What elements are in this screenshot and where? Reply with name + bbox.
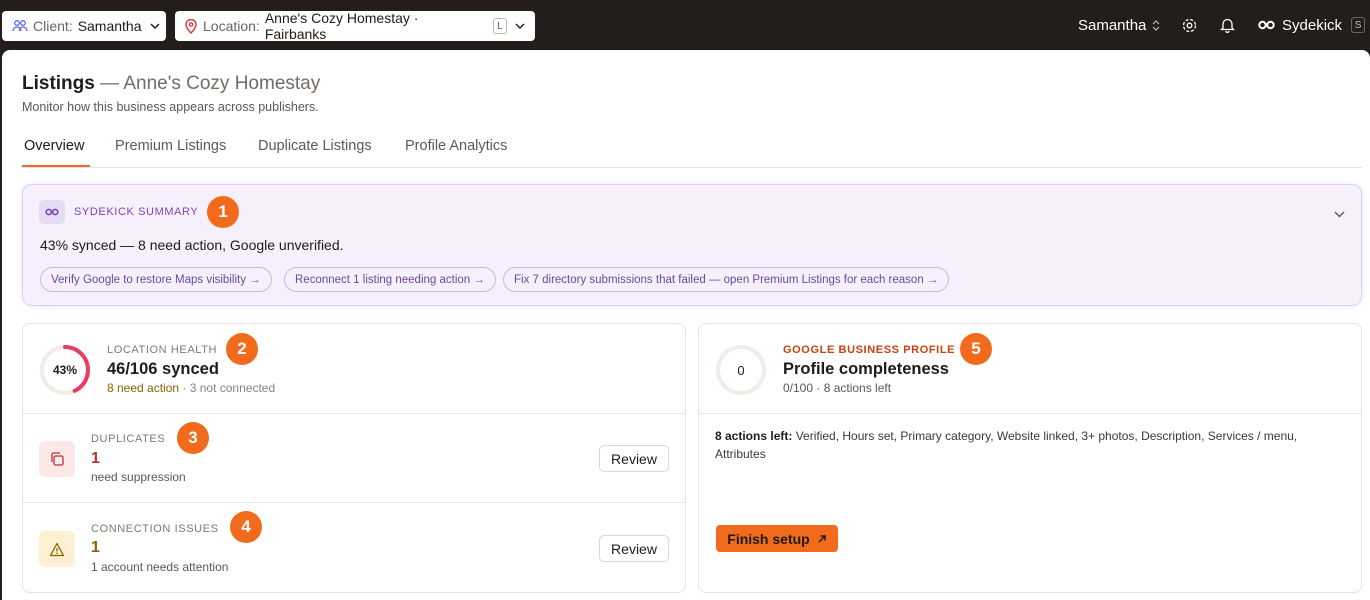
chevron-down-icon <box>150 23 160 29</box>
step-badge-4: 4 <box>230 511 262 543</box>
summary-action-fix-submissions[interactable]: Fix 7 directory submissions that failed … <box>503 267 950 292</box>
gbp-meta: 0/100 · 8 actions left <box>783 381 892 395</box>
map-pin-icon <box>185 18 197 34</box>
client-value: Samantha <box>77 18 142 34</box>
location-label: Location: <box>203 18 260 34</box>
summary-label: SYDEKICK SUMMARY <box>74 206 199 218</box>
connection-desc: 1 account needs attention <box>91 560 229 574</box>
connection-count: 1 <box>91 539 100 556</box>
main-panel: Listings — Anne's Cozy Homestay Monitor … <box>2 50 1370 600</box>
gbp-actions-text: 8 actions left: Verified, Hours set, Pri… <box>715 427 1345 463</box>
gbp-actions-list: Verified, Hours set, Primary category, W… <box>715 429 1298 461</box>
top-bar: Client: Samantha Location: Anne's Cozy H… <box>0 0 1370 50</box>
sydekick-shortcut-key: S <box>1351 17 1366 33</box>
location-value: Anne's Cozy Homestay · Fairbanks <box>264 10 419 42</box>
client-label: Client: <box>33 18 73 34</box>
step-badge-5: 5 <box>960 333 992 365</box>
google-business-profile-card: 0 GOOGLE BUSINESS PROFILE 5 Profile comp… <box>698 323 1362 593</box>
summary-action-reconnect[interactable]: Reconnect 1 listing needing action → <box>284 267 496 292</box>
tab-overview[interactable]: Overview <box>24 138 84 154</box>
page-title-location: — Anne's Cozy Homestay <box>94 73 321 94</box>
page-title: Listings — Anne's Cozy Homestay <box>22 73 320 95</box>
finish-setup-button[interactable]: Finish setup <box>716 525 838 552</box>
health-meta: 8 need action · 3 not connected <box>107 381 275 395</box>
review-duplicates-button[interactable]: Review <box>599 445 669 472</box>
gbp-title: Profile completeness <box>783 360 949 378</box>
connection-issues-row: CONNECTION ISSUES 4 1 1 account needs at… <box>23 502 685 593</box>
connection-icon-box <box>39 531 75 567</box>
chevron-down-icon <box>515 23 525 29</box>
health-ring: 43% <box>38 343 92 397</box>
chevron-up-down-icon <box>1152 19 1160 31</box>
warning-triangle-icon <box>49 542 65 557</box>
gbp-score-ring: 0 <box>714 343 768 397</box>
sydekick-button[interactable]: Sydekick S <box>1258 0 1366 50</box>
settings-button[interactable] <box>1181 0 1198 50</box>
gbp-label: GOOGLE BUSINESS PROFILE <box>783 344 956 356</box>
review-connection-button[interactable]: Review <box>599 535 669 562</box>
health-need-action: 8 need action <box>107 381 180 395</box>
gbp-header-row: 0 GOOGLE BUSINESS PROFILE 5 Profile comp… <box>699 324 1361 413</box>
duplicates-row: DUPLICATES 3 1 need suppression Review <box>23 413 685 502</box>
arrow-up-right-icon <box>817 534 827 544</box>
connection-label: CONNECTION ISSUES <box>91 523 219 535</box>
chevron-down-icon <box>1334 211 1345 218</box>
health-not-connected: · 3 not connected <box>179 381 276 395</box>
gbp-score: 0 <box>737 362 745 378</box>
sydekick-infinity-icon <box>39 200 65 224</box>
tab-premium-listings[interactable]: Premium Listings <box>115 138 226 154</box>
gbp-actions-title: 8 actions left: <box>715 429 793 443</box>
finish-setup-label: Finish setup <box>727 530 810 547</box>
duplicates-label: DUPLICATES <box>91 433 166 445</box>
tab-duplicate-listings[interactable]: Duplicate Listings <box>258 138 372 154</box>
page-subtitle: Monitor how this business appears across… <box>22 100 319 114</box>
duplicates-icon-box <box>39 441 75 477</box>
summary-text: 43% synced — 8 need action, Google unver… <box>40 237 344 253</box>
gbp-actions-row: 8 actions left: Verified, Hours set, Pri… <box>699 413 1361 593</box>
tab-bar: Overview Premium Listings Duplicate List… <box>22 136 1362 168</box>
notifications-button[interactable] <box>1220 0 1235 50</box>
collapse-summary-button[interactable] <box>1334 205 1345 223</box>
user-menu[interactable]: Samantha <box>1078 0 1160 50</box>
duplicates-count: 1 <box>91 450 100 467</box>
location-shortcut-key: L <box>493 18 507 34</box>
active-tab-indicator <box>22 165 90 167</box>
health-percent: 43% <box>52 363 78 377</box>
location-selector[interactable]: Location: Anne's Cozy Homestay · Fairban… <box>175 10 535 42</box>
page-title-main: Listings <box>22 73 95 94</box>
health-label: LOCATION HEALTH <box>107 344 218 356</box>
health-synced: 46/106 synced <box>107 360 219 378</box>
gear-icon <box>1181 17 1198 34</box>
sydekick-infinity-icon <box>1258 20 1275 30</box>
duplicates-desc: need suppression <box>91 470 186 484</box>
bell-icon <box>1220 17 1235 33</box>
users-icon <box>12 19 28 33</box>
client-selector[interactable]: Client: Samantha <box>2 11 166 41</box>
step-badge-1: 1 <box>207 196 239 228</box>
copy-icon <box>49 451 65 467</box>
tab-profile-analytics[interactable]: Profile Analytics <box>405 138 507 154</box>
step-badge-2: 2 <box>226 333 258 365</box>
sydekick-label: Sydekick <box>1282 16 1343 34</box>
step-badge-3: 3 <box>177 422 209 454</box>
summary-action-verify-google[interactable]: Verify Google to restore Maps visibility… <box>40 267 272 292</box>
sydekick-summary-panel: SYDEKICK SUMMARY 1 43% synced — 8 need a… <box>22 184 1362 306</box>
health-row: 43% LOCATION HEALTH 2 46/106 synced 8 ne… <box>23 324 685 413</box>
location-health-card: 43% LOCATION HEALTH 2 46/106 synced 8 ne… <box>22 323 686 593</box>
user-name: Samantha <box>1078 16 1147 34</box>
